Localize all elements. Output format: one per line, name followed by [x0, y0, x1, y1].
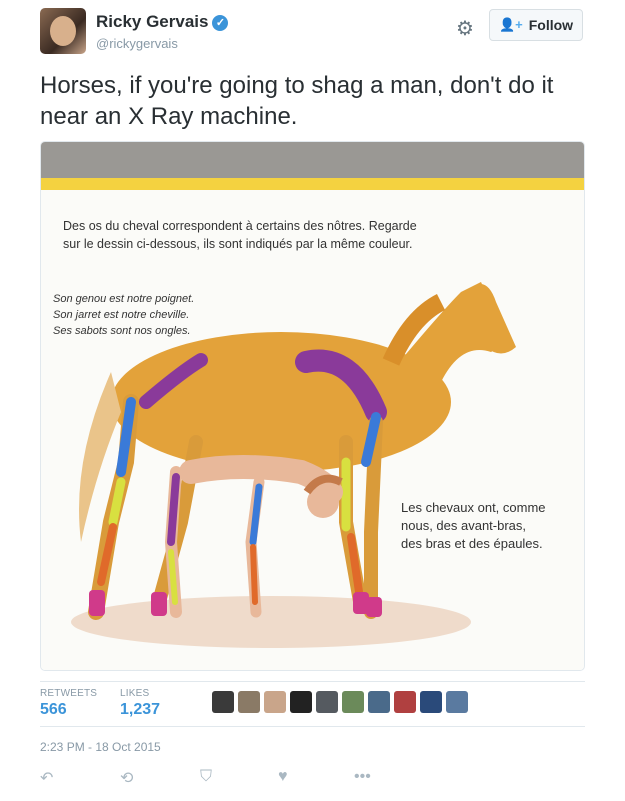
favoriter-avatar[interactable] [368, 691, 390, 713]
retweets-stat[interactable]: RETWEETS 566 [40, 688, 97, 719]
media-top-text-1: Des os du cheval correspondent à certain… [63, 219, 417, 233]
save-icon[interactable]: ⛉ [200, 768, 212, 786]
tweet-actions: ↶ ⟲ ⛉ ♥ ••• [40, 768, 585, 792]
follow-label: Follow [528, 17, 574, 33]
likes-label: LIKES [120, 688, 150, 699]
tweet-card: Ricky Gervais ✓ @rickygervais ⚙ 👤+ Follow… [0, 0, 625, 801]
favoriter-avatar[interactable] [446, 691, 468, 713]
add-user-icon: 👤+ [498, 17, 523, 32]
favoriter-avatar[interactable] [238, 691, 260, 713]
like-icon[interactable]: ♥ [278, 768, 288, 786]
favoriters-list [212, 691, 468, 713]
media-right-line-1: Les chevaux ont, comme [401, 500, 546, 515]
retweets-count[interactable]: 566 [40, 701, 97, 719]
favoriter-avatar[interactable] [316, 691, 338, 713]
tweet-media[interactable]: Des os du cheval correspondent à certain… [40, 141, 585, 671]
user-name-text[interactable]: Ricky Gervais [96, 12, 208, 31]
favoriter-avatar[interactable] [342, 691, 364, 713]
avatar[interactable] [40, 8, 86, 54]
likes-count[interactable]: 1,237 [120, 701, 160, 719]
favoriter-avatar[interactable] [212, 691, 234, 713]
media-right-line-3: des bras et des épaules. [401, 536, 543, 551]
favoriter-avatar[interactable] [420, 691, 442, 713]
verified-icon: ✓ [212, 15, 229, 31]
favoriter-avatar[interactable] [394, 691, 416, 713]
favoriter-avatar[interactable] [264, 691, 286, 713]
retweets-label: RETWEETS [40, 688, 98, 699]
media-image: Des os du cheval correspondent à certain… [41, 142, 584, 670]
likes-stat[interactable]: LIKES 1,237 [120, 688, 160, 719]
tweet-stats: RETWEETS 566 LIKES 1,237 [40, 681, 585, 727]
media-left-line-2: Son jarret est notre cheville. [53, 309, 189, 321]
retweet-icon[interactable]: ⟲ [120, 768, 133, 788]
reply-icon[interactable]: ↶ [40, 768, 53, 788]
user-name[interactable]: Ricky Gervais ✓ [96, 12, 229, 32]
media-left-line-3: Ses sabots sont nos ongles. [53, 325, 191, 337]
tweet-text: Horses, if you're going to shag a man, d… [40, 72, 554, 130]
follow-button[interactable]: 👤+ Follow [489, 9, 583, 41]
media-top-text-2: sur le dessin ci-dessous, ils sont indiq… [63, 237, 412, 251]
user-handle[interactable]: @rickygervais [96, 36, 178, 51]
timestamp[interactable]: 2:23 PM - 18 Oct 2015 [40, 740, 161, 754]
favoriter-avatar[interactable] [290, 691, 312, 713]
more-icon[interactable]: ••• [354, 768, 371, 786]
avatar-face [50, 16, 76, 46]
gear-icon[interactable]: ⚙ [456, 16, 474, 41]
media-left-line-1: Son genou est notre poignet. [53, 293, 194, 305]
media-right-line-2: nous, des avant-bras, [401, 518, 526, 533]
